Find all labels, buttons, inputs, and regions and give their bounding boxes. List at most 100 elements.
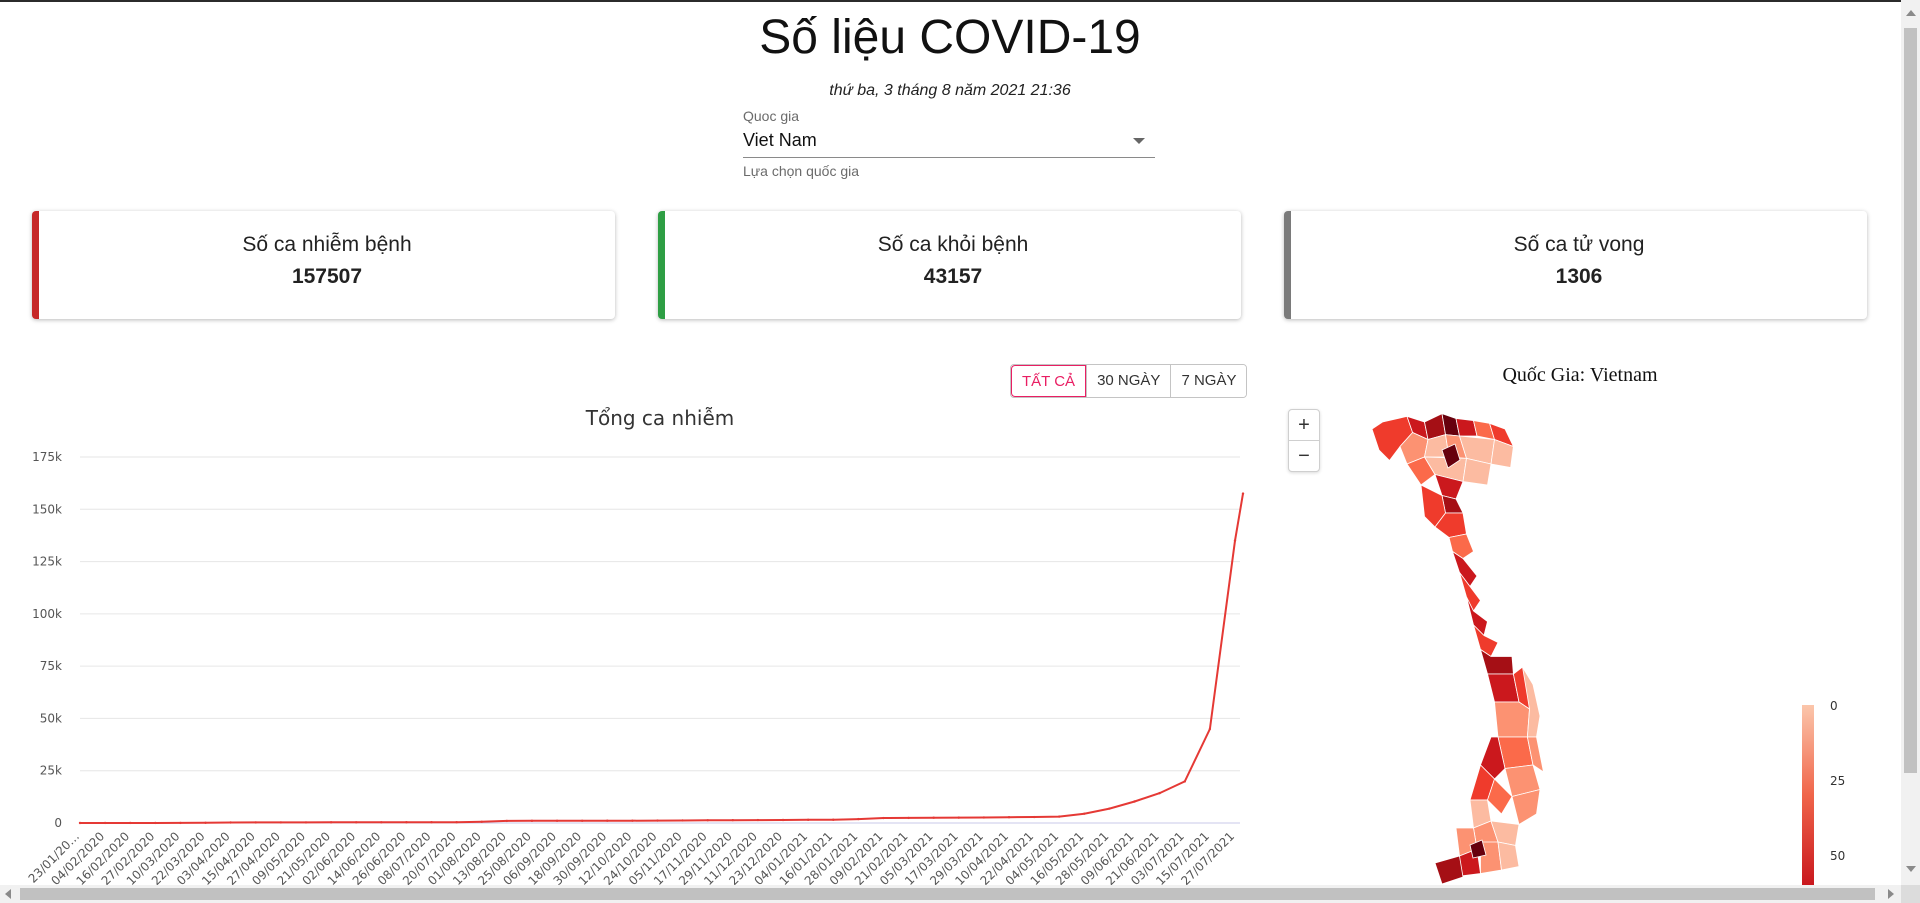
zoom-in-button[interactable]: +	[1289, 410, 1319, 440]
data-point	[781, 818, 785, 822]
legend-label: 25	[1830, 774, 1845, 788]
data-point	[354, 821, 358, 824]
infected-cases-card: Số ca nhiễm bệnh 157507	[32, 211, 615, 319]
range-all-button[interactable]: TẤT CẢ	[1011, 365, 1087, 397]
zoom-out-button[interactable]: −	[1289, 440, 1319, 470]
map-zoom-control: + −	[1288, 409, 1320, 472]
data-point	[78, 821, 82, 825]
date-time-label: thứ ba, 3 tháng 8 năm 2021 21:36	[829, 82, 1071, 99]
total-cases-line-chart: Tổng ca nhiễm025k50k75k100k125k150k175k2…	[26, 406, 1245, 885]
y-tick-label: 125k	[32, 555, 62, 569]
infected-cases-label: Số ca nhiễm bệnh	[242, 233, 412, 256]
y-tick-label: 100k	[32, 607, 62, 621]
data-point	[480, 820, 483, 823]
vertical-scrollbar-thumb[interactable]	[1904, 28, 1917, 773]
data-point	[1158, 791, 1161, 795]
data-point	[1058, 815, 1061, 818]
legend-label: 50	[1830, 849, 1845, 863]
data-point	[631, 819, 634, 822]
data-point	[1133, 800, 1136, 803]
country-select-value: Viet Nam	[743, 130, 817, 150]
data-point	[1183, 780, 1186, 783]
infected-cases-value: 157507	[291, 265, 363, 288]
province-region	[1434, 855, 1464, 885]
chevron-down-icon[interactable]	[1133, 138, 1145, 144]
data-point	[254, 821, 257, 824]
horizontal-scrollbar[interactable]	[0, 885, 1901, 903]
y-tick-label: 50k	[40, 711, 62, 725]
vertical-scrollbar[interactable]	[1901, 0, 1920, 885]
data-point	[982, 816, 986, 819]
y-tick-label: 25k	[40, 764, 62, 778]
death-cases-label: Số ca tử vong	[1513, 233, 1645, 256]
range-30-days-button[interactable]: 30 NGÀY	[1086, 365, 1171, 397]
data-point	[555, 819, 559, 822]
data-point	[1007, 816, 1011, 819]
data-point	[204, 821, 207, 824]
data-point	[279, 821, 283, 824]
map-title: Quốc Gia: Vietnam	[1502, 364, 1658, 386]
province-region	[1479, 648, 1514, 675]
data-point	[229, 821, 232, 824]
scroll-right-icon[interactable]	[1888, 889, 1894, 899]
data-point	[530, 819, 534, 823]
horizontal-scrollbar-thumb[interactable]	[20, 888, 1875, 900]
country-select[interactable]: Viet Nam	[743, 126, 1155, 158]
data-point	[606, 819, 609, 822]
death-cases-card: Số ca tử vong 1306	[1284, 211, 1867, 319]
data-point	[1032, 815, 1036, 819]
time-range-toggle: TẤT CẢ 30 NGÀY 7 NGÀY	[1010, 364, 1248, 398]
data-point	[405, 821, 408, 824]
recovered-cases-value: 43157	[923, 265, 983, 288]
y-tick-label: 0	[54, 816, 62, 830]
scroll-up-icon[interactable]	[1906, 10, 1916, 16]
data-point	[505, 819, 509, 823]
data-point	[179, 821, 182, 825]
data-point	[832, 818, 835, 821]
data-point	[907, 816, 910, 820]
legend-label: 0	[1830, 699, 1838, 713]
data-point	[932, 816, 935, 819]
data-point	[756, 818, 760, 822]
province-region	[1494, 701, 1530, 738]
data-point	[329, 821, 333, 824]
data-point	[455, 820, 458, 824]
data-point	[882, 816, 885, 820]
province-region	[1497, 841, 1520, 871]
data-point	[857, 817, 860, 821]
country-select-helper-text: Lựa chọn quốc gia	[743, 163, 860, 179]
chart-title: Tổng ca nhiễm	[585, 406, 735, 430]
data-point	[731, 818, 735, 822]
window-top-border	[0, 0, 1920, 2]
data-point	[304, 821, 308, 824]
data-point	[1108, 807, 1111, 810]
province-region	[1448, 533, 1474, 559]
recovered-cases-card: Số ca khỏi bệnh 43157	[658, 211, 1241, 319]
data-point	[380, 821, 383, 824]
legend-color-scale	[1802, 705, 1814, 885]
death-cases-value: 1306	[1555, 265, 1603, 288]
data-point	[656, 819, 659, 822]
data-point	[681, 819, 684, 822]
infections-series-line	[80, 493, 1244, 824]
data-point	[1083, 812, 1086, 815]
recovered-cases-label: Số ca khỏi bệnh	[877, 233, 1029, 256]
vietnam-choropleth-map[interactable]: 0 25 50	[1330, 410, 1870, 885]
data-point	[1233, 539, 1237, 542]
country-select-label: Quoc gia	[743, 108, 800, 124]
y-tick-label: 150k	[32, 502, 62, 516]
range-7-days-button[interactable]: 7 NGÀY	[1170, 365, 1247, 397]
data-point	[129, 821, 132, 825]
y-tick-label: 75k	[40, 659, 62, 673]
data-point	[580, 819, 584, 822]
data-point	[957, 816, 961, 819]
scroll-left-icon[interactable]	[5, 889, 11, 899]
data-point	[103, 821, 107, 825]
y-tick-label: 175k	[32, 450, 62, 464]
data-point	[154, 821, 157, 825]
data-point	[1241, 492, 1245, 495]
data-point	[806, 818, 810, 822]
data-point	[706, 819, 709, 822]
country-select-field: Quoc gia Viet Nam Lựa chọn quốc gia	[743, 108, 1155, 179]
scroll-down-icon[interactable]	[1906, 866, 1916, 872]
